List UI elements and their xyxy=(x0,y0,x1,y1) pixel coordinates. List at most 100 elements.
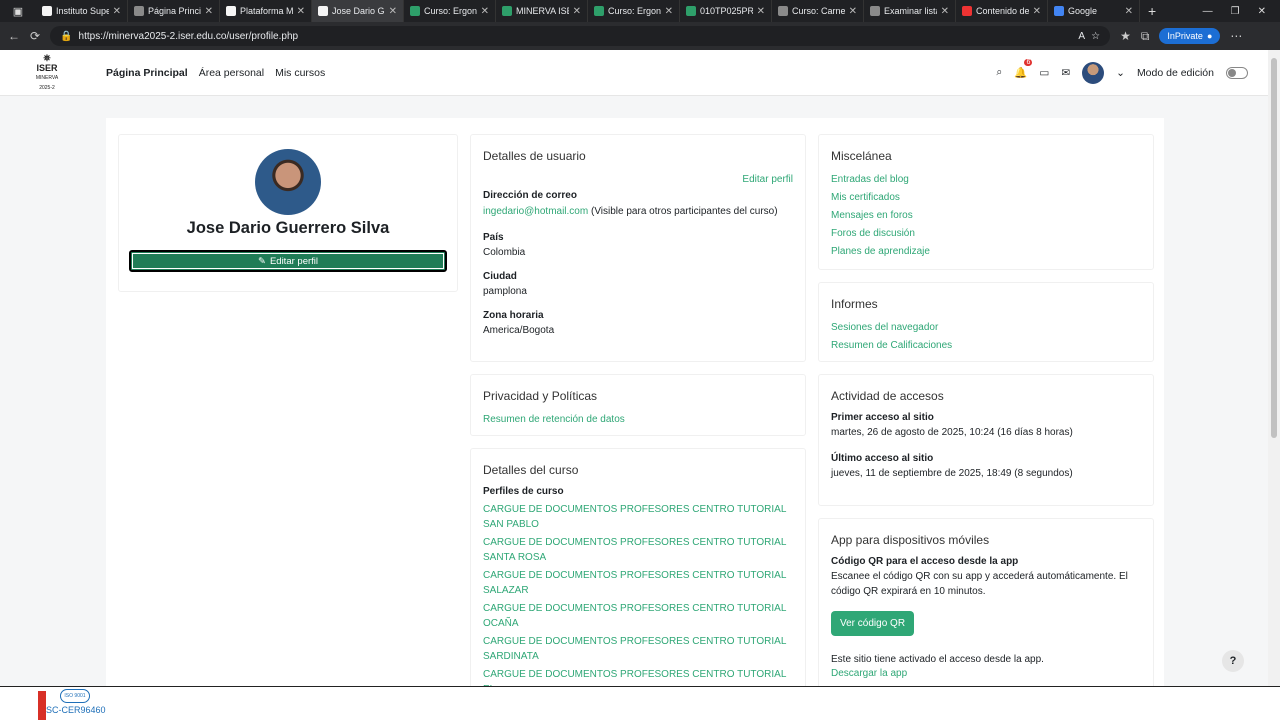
read-aloud-icon[interactable]: A xyxy=(1078,31,1085,42)
close-tab-icon[interactable]: ✕ xyxy=(849,6,857,17)
edit-profile-button[interactable]: ✎ Editar perfil xyxy=(129,250,447,272)
window-menu-icon[interactable]: ▣ xyxy=(0,0,36,22)
favorites-icon[interactable]: ★ xyxy=(1120,29,1131,43)
browser-tab-bar: ▣ Instituto Supe ✕ Página Princip ✕ Platafor… xyxy=(0,0,1280,22)
new-tab-button[interactable]: + xyxy=(1140,3,1164,19)
browser-tab[interactable]: MINERVA ISER ✕ xyxy=(496,0,588,22)
logo-text: ISER xyxy=(36,62,58,73)
reports-title: Informes xyxy=(831,297,878,311)
course-link[interactable]: CARGUE DE DOCUMENTOS PROFESORES CENTRO T… xyxy=(483,601,793,631)
back-icon[interactable]: ← xyxy=(8,29,20,43)
notifications-bell-icon[interactable]: 🔔 6 xyxy=(1014,59,1033,79)
user-avatar[interactable] xyxy=(1082,61,1105,84)
nav-home[interactable]: Página Principal xyxy=(106,67,188,79)
certificates-link[interactable]: Mis certificados xyxy=(831,189,1141,207)
nav-right: ⌕ 🔔 6 ▭ ✉ ⌄ Modo de edición xyxy=(996,59,1268,84)
close-tab-icon[interactable]: ✕ xyxy=(481,6,489,17)
blog-entries-link[interactable]: Entradas del blog xyxy=(831,171,1141,189)
inprivate-badge[interactable]: InPrivate ● xyxy=(1159,28,1221,44)
search-icon[interactable]: ⌕ xyxy=(996,66,1002,79)
edit-profile-link[interactable]: Editar perfil xyxy=(742,174,793,185)
messages-icon[interactable]: ✉ xyxy=(1061,67,1070,79)
forum-posts-link[interactable]: Mensajes en foros xyxy=(831,207,1141,225)
close-tab-icon[interactable]: ✕ xyxy=(389,6,397,17)
reload-icon[interactable]: ⟳ xyxy=(30,29,40,43)
browser-tab[interactable]: Examinar lista ✕ xyxy=(864,0,956,22)
country-value: Colombia xyxy=(483,247,526,258)
close-tab-icon[interactable]: ✕ xyxy=(1125,6,1133,17)
tab-label: Google xyxy=(1068,6,1098,16)
close-tab-icon[interactable]: ✕ xyxy=(205,6,213,17)
collections-icon[interactable]: ⧉ xyxy=(1141,29,1150,44)
tab-label: Examinar lista xyxy=(884,6,937,16)
restore-icon[interactable]: ❐ xyxy=(1231,6,1240,17)
mobile-app-card: App para dispositivos móviles Código QR … xyxy=(818,518,1154,686)
chat-icon[interactable]: ▭ xyxy=(1039,67,1049,79)
browser-tab[interactable]: Jose Dario Gu ✕ xyxy=(312,0,404,22)
view-qr-button[interactable]: Ver código QR xyxy=(831,611,915,636)
browser-sessions-link[interactable]: Sesiones del navegador xyxy=(831,319,1141,337)
browser-tab[interactable]: Google ✕ xyxy=(1048,0,1140,22)
data-retention-link[interactable]: Resumen de retención de datos xyxy=(483,411,793,429)
scrollbar-thumb[interactable] xyxy=(1271,58,1277,438)
browser-toolbar: ← ⟳ 🔒 https://minerva2025-2.iser.edu.co/… xyxy=(0,22,1280,50)
browser-tab[interactable]: Página Princip ✕ xyxy=(128,0,220,22)
browser-tab[interactable]: Curso: Ergono ✕ xyxy=(404,0,496,22)
course-profiles-label: Perfiles de curso xyxy=(483,486,564,497)
browser-tab[interactable]: Curso: Ergono ✕ xyxy=(588,0,680,22)
city-value: pamplona xyxy=(483,286,527,297)
timezone-label: Zona horaria xyxy=(483,310,544,321)
learning-plans-link[interactable]: Planes de aprendizaje xyxy=(831,243,1141,261)
close-tab-icon[interactable]: ✕ xyxy=(941,6,949,17)
course-link[interactable]: CARGUE DE DOCUMENTOS PROFESORES CENTRO T… xyxy=(483,502,793,532)
iso-logo: ISO 9001 xyxy=(60,689,90,703)
nav-dashboard[interactable]: Área personal xyxy=(199,67,264,79)
tab-favicon-icon xyxy=(686,6,696,16)
browser-tab[interactable]: 010TP025PR- ✕ xyxy=(680,0,772,22)
discussion-forums-link[interactable]: Foros de discusión xyxy=(831,225,1141,243)
browser-tab[interactable]: Plataforma Mi ✕ xyxy=(220,0,312,22)
close-tab-icon[interactable]: ✕ xyxy=(113,6,121,17)
help-button[interactable]: ? xyxy=(1222,650,1244,672)
page-scrollbar[interactable] xyxy=(1268,50,1280,686)
browser-tab[interactable]: Instituto Supe ✕ xyxy=(36,0,128,22)
close-tab-icon[interactable]: ✕ xyxy=(297,6,305,17)
reports-card: Informes Sesiones del navegador Resumen … xyxy=(818,282,1154,362)
misc-card: Miscelánea Entradas del blog Mis certifi… xyxy=(818,134,1154,270)
nav-my-courses[interactable]: Mis cursos xyxy=(275,67,325,79)
more-menu-icon[interactable]: ⋯ xyxy=(1230,29,1242,43)
timezone-value: America/Bogota xyxy=(483,325,555,336)
address-bar[interactable]: 🔒 https://minerva2025-2.iser.edu.co/user… xyxy=(50,26,1111,46)
tab-favicon-icon xyxy=(42,6,52,16)
tab-favicon-icon xyxy=(1054,6,1064,16)
chevron-down-icon[interactable]: ⌄ xyxy=(1116,67,1125,79)
close-tab-icon[interactable]: ✕ xyxy=(665,6,673,17)
course-link[interactable]: CARGUE DE DOCUMENTOS PROFESORES CENTRO T… xyxy=(483,667,793,686)
site-logo[interactable]: ⛯ ISER MINERVA 2025-2 xyxy=(30,53,64,93)
browser-tab[interactable]: Contenido del ✕ xyxy=(956,0,1048,22)
edit-icon: ✎ xyxy=(257,255,266,267)
grades-overview-link[interactable]: Resumen de Calificaciones xyxy=(831,337,1141,355)
logo-emblem-icon: ⛯ xyxy=(43,52,51,63)
email-label: Dirección de correo xyxy=(483,190,577,201)
favorite-star-icon[interactable]: ☆ xyxy=(1091,31,1100,42)
minimize-icon[interactable]: — xyxy=(1203,6,1213,17)
course-link[interactable]: CARGUE DE DOCUMENTOS PROFESORES CENTRO T… xyxy=(483,535,793,565)
download-app-link[interactable]: Descargar la app xyxy=(831,667,1141,681)
tab-favicon-icon xyxy=(594,6,604,16)
logo-sub: MINERVA xyxy=(35,74,59,81)
tab-label: Instituto Supe xyxy=(56,6,109,16)
close-tab-icon[interactable]: ✕ xyxy=(1033,6,1041,17)
edit-mode-toggle[interactable] xyxy=(1226,66,1248,79)
browser-tab[interactable]: Curso: Carnet ✕ xyxy=(772,0,864,22)
close-tab-icon[interactable]: ✕ xyxy=(757,6,765,17)
course-link[interactable]: CARGUE DE DOCUMENTOS PROFESORES CENTRO T… xyxy=(483,568,793,598)
tab-label: Página Princip xyxy=(148,6,201,16)
course-link[interactable]: CARGUE DE DOCUMENTOS PROFESORES CENTRO T… xyxy=(483,634,793,664)
tab-label: 010TP025PR- xyxy=(700,6,753,16)
close-tab-icon[interactable]: ✕ xyxy=(573,6,581,17)
email-link[interactable]: ingedario@hotmail.com xyxy=(483,206,588,217)
close-window-icon[interactable]: ✕ xyxy=(1258,6,1266,17)
course-details-title: Detalles del curso xyxy=(483,463,579,477)
logo-year: 2025-2 xyxy=(39,84,55,91)
